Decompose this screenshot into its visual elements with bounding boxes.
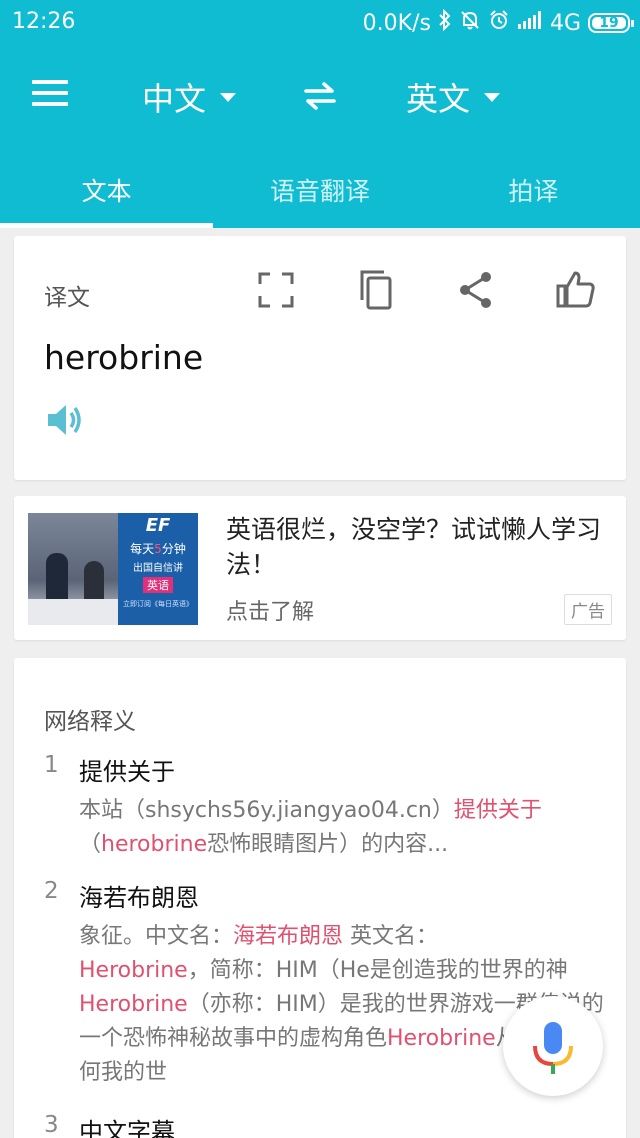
menu-icon[interactable] <box>32 80 68 110</box>
ad-poster-tag: 英语 <box>143 577 173 593</box>
language-bar: 中文 英文 <box>0 60 640 132</box>
entry-head: 海若布朗恩 <box>79 884 199 912</box>
translation-label: 译文 <box>44 285 90 311</box>
tab-photo-translation[interactable]: 拍译 <box>427 150 640 228</box>
entry-number: 1 <box>44 752 59 778</box>
battery-level: 19 <box>599 15 619 31</box>
chevron-down-icon <box>220 92 237 102</box>
source-language-select[interactable]: 中文 <box>142 74 237 120</box>
ad-title[interactable]: 英语很烂，没空学？试试懒人学习法！ <box>226 512 618 582</box>
voice-input-button[interactable] <box>503 996 603 1096</box>
status-bar: 12:26 0.0K/s 4G 19 <box>0 0 640 46</box>
swap-languages-icon[interactable] <box>302 80 338 112</box>
ad-poster-small: 立即订阅《每日英语》 <box>123 600 193 608</box>
fullscreen-icon[interactable] <box>254 268 298 312</box>
entry-head: 中文字幕 <box>79 1118 175 1138</box>
ad-poster: EF 每天5分钟 出国自信讲 英语 立即订阅《每日英语》 <box>118 513 198 625</box>
signal-icon <box>517 10 543 36</box>
ad-table <box>28 599 118 625</box>
app-header: 12:26 0.0K/s 4G 19 中文 英文 文本 语音翻译 拍译 <box>0 0 640 228</box>
entry-number: 3 <box>44 1112 59 1138</box>
tab-text[interactable]: 文本 <box>0 150 214 228</box>
ad-learn-more-link[interactable]: 点击了解 <box>226 594 314 626</box>
network-type: 4G <box>549 10 581 36</box>
mute-bell-icon <box>459 9 481 37</box>
source-language-label: 中文 <box>142 80 207 118</box>
target-language-label: 英文 <box>406 80 471 118</box>
translation-card: 译文 herobrine <box>14 236 626 480</box>
tab-voice-translation[interactable]: 语音翻译 <box>213 150 426 228</box>
thumbs-up-icon[interactable] <box>554 268 598 312</box>
net-speed: 0.0K/s <box>362 10 431 36</box>
ef-logo: EF <box>145 515 171 536</box>
bluetooth-icon <box>438 8 452 37</box>
target-language-select[interactable]: 英文 <box>406 74 501 120</box>
share-icon[interactable] <box>454 268 498 312</box>
ad-poster-line2: 出国自信讲 <box>133 563 183 574</box>
ad-poster-line1: 每天5分钟 <box>130 542 186 556</box>
ad-image[interactable]: EF 每天5分钟 出国自信讲 英语 立即订阅《每日英语》 <box>28 513 198 625</box>
copy-icon[interactable] <box>354 268 398 312</box>
alarm-icon <box>488 9 510 37</box>
translation-toolbar <box>254 268 614 312</box>
battery-icon: 19 <box>588 13 634 33</box>
speaker-icon[interactable] <box>46 402 86 438</box>
ad-card[interactable]: EF 每天5分钟 出国自信讲 英语 立即订阅《每日英语》 英语很烂，没空学？试试… <box>14 496 626 640</box>
status-time: 12:26 <box>12 9 76 34</box>
translation-result: herobrine <box>44 338 204 377</box>
entry-body: 本站（shsychs56y.jiangyao04.cn）提供关于 （herobri… <box>79 798 542 857</box>
microphone-icon <box>533 1022 573 1074</box>
chevron-down-icon <box>484 92 501 102</box>
entry-head: 提供关于 <box>79 758 175 786</box>
entry-number: 2 <box>44 878 59 904</box>
status-icons: 0.0K/s 4G 19 <box>362 8 634 37</box>
section-title: 网络释义 <box>44 709 136 735</box>
mode-tabs: 文本 语音翻译 拍译 <box>0 150 640 228</box>
ad-badge: 广告 <box>564 594 612 625</box>
